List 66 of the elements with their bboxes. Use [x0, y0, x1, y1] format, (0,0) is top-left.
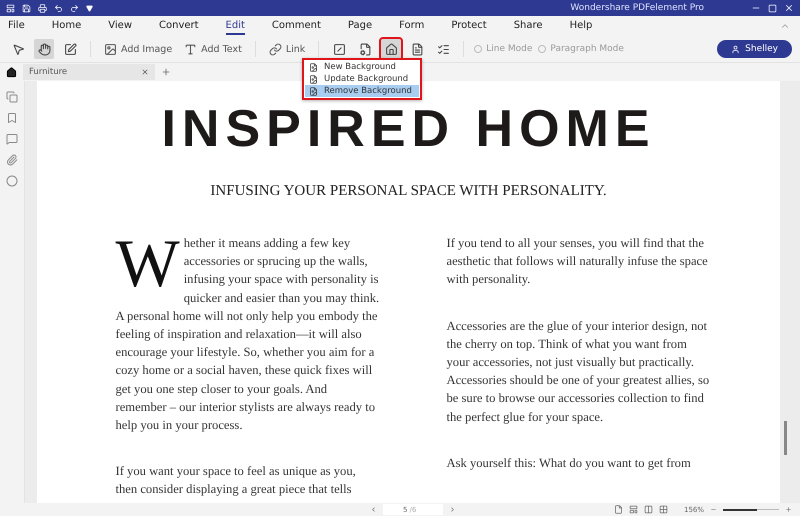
document-icon	[410, 42, 424, 56]
circle-icon[interactable]	[6, 175, 18, 187]
document-tab[interactable]: Furniture	[23, 64, 155, 80]
two-page-icon[interactable]	[644, 505, 653, 514]
window-title: Wondershare PDFelement Pro	[569, 3, 704, 13]
menu-item[interactable]: Form	[399, 18, 424, 34]
paperclip-icon[interactable]	[6, 154, 18, 166]
edit-icon	[64, 42, 76, 56]
radio-icon[interactable]	[474, 45, 482, 53]
menu-item[interactable]: Help	[570, 18, 592, 34]
paragraph: Accessories are the glue of your interior design, not the cherry on top. Think of what you want from your accessories, not just visually but practically. Accessories should be one of your greatest allies, so be sure to browse our accessories collection to find the perfect glue for your space.	[446, 318, 710, 426]
paragraph: Ask yourself this: What do you want to get from	[446, 454, 692, 472]
document-icon	[309, 86, 318, 96]
toolbar-button[interactable]: Add Image	[101, 39, 176, 59]
document-icon	[309, 74, 318, 84]
redo-icon[interactable]	[70, 4, 79, 12]
next-page-icon[interactable]	[449, 506, 456, 513]
single-page-icon[interactable]	[614, 505, 623, 514]
document-title: INSPIRED HOME	[161, 103, 656, 155]
close-icon[interactable]	[141, 68, 149, 76]
home-icon[interactable]	[6, 66, 17, 78]
user-icon	[731, 44, 740, 54]
toolbar-button[interactable]: Add Text	[181, 39, 245, 59]
hand-icon	[38, 42, 50, 56]
menu-item[interactable]: Remove Background	[305, 85, 419, 97]
paragraph: If you tend to all your senses, you will find that the aesthetic that follows will naturally infuse the space with personality.	[446, 235, 709, 288]
tool-button[interactable]	[381, 39, 402, 59]
print-icon[interactable]	[38, 4, 47, 12]
close-icon[interactable]	[784, 3, 794, 13]
comment-icon[interactable]	[6, 133, 18, 145]
list-icon	[436, 42, 450, 56]
menu-item[interactable]: Comment	[272, 18, 321, 34]
menu-item[interactable]: Home	[52, 18, 82, 34]
undo-icon[interactable]	[54, 4, 63, 12]
file-gear-icon	[358, 42, 372, 56]
new-tab-icon[interactable]	[161, 67, 171, 77]
save-icon[interactable]	[22, 4, 31, 12]
previous-page-icon[interactable]	[370, 506, 377, 513]
toolbar-button[interactable]: Link	[266, 39, 308, 59]
text-box-icon	[184, 42, 198, 56]
document-icon	[309, 62, 318, 72]
mode-label: Line Mode	[486, 44, 532, 54]
menu-item[interactable]: Edit	[226, 18, 245, 34]
user-button[interactable]: Shelley	[717, 40, 792, 58]
document-subtitle: INFUSING YOUR PERSONAL SPACE WITH PERSONALITY.	[210, 183, 607, 200]
menu-item[interactable]: Page	[348, 18, 372, 34]
radio-icon[interactable]	[538, 45, 546, 53]
menu-item[interactable]: Protect	[451, 18, 487, 34]
menu-item[interactable]: Share	[514, 18, 543, 34]
menu-item[interactable]: Convert	[159, 18, 199, 34]
pointer-icon	[12, 42, 24, 56]
link-icon	[268, 42, 282, 56]
tab-label: Furniture	[29, 67, 68, 77]
image-icon	[104, 42, 117, 56]
paragraph: If you want your space to feel as unique as you, then consider displaying a great piece that tells	[116, 463, 357, 498]
maximize-icon[interactable]	[768, 4, 777, 12]
menu-item[interactable]: File	[8, 18, 25, 34]
grid-view-icon[interactable]	[658, 505, 668, 514]
scroll-view-icon[interactable]	[628, 505, 638, 514]
bookmark-icon[interactable]	[6, 112, 18, 124]
pages-icon[interactable]	[6, 91, 18, 103]
dropdown-icon[interactable]	[86, 4, 93, 12]
scrollbar-thumb[interactable]	[784, 421, 786, 455]
house-icon	[384, 42, 398, 56]
tool-button[interactable]	[34, 39, 54, 59]
menu-item[interactable]: View	[108, 18, 132, 34]
